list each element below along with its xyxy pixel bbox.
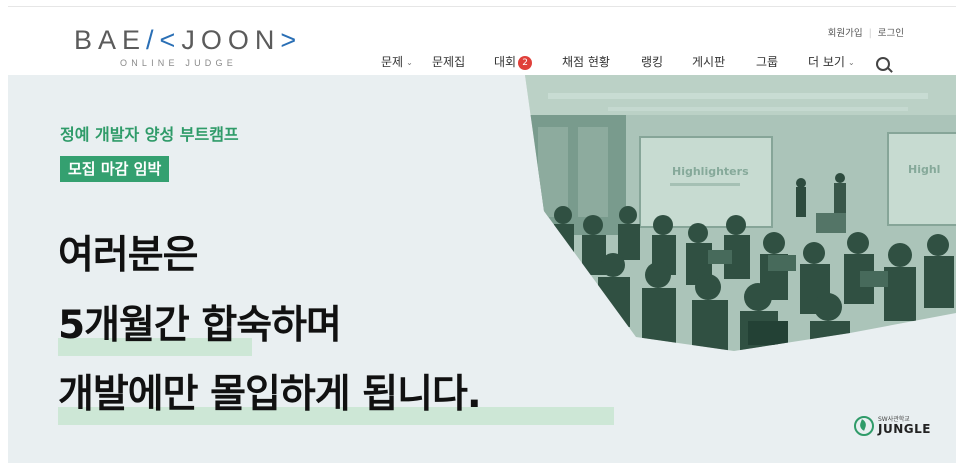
chevron-down-icon: ⌄ [406,58,413,67]
nav-label: 더 보기 [808,55,845,69]
login-link[interactable]: 로그인 [878,28,904,39]
nav-item-status[interactable]: 채점 현황 [562,53,610,71]
chevron-down-icon: ⌄ [847,58,855,67]
contest-count-badge: 2 [518,56,533,70]
nav-label: 문제집 [432,55,466,69]
logo-text-left: BAE [74,25,147,55]
nav-item-more[interactable]: 더 보기 ⌄ [808,53,855,73]
nav-item-problems[interactable]: 문제 ⌄ [381,53,413,73]
nav-item-ranking[interactable]: 랭킹 [641,53,663,71]
nav-label: 문제 [381,55,404,69]
logo-text-right: JOON [181,25,281,55]
nav-label: 랭킹 [641,55,664,69]
nav-item-board[interactable]: 게시판 [692,53,725,71]
nav-label: 그룹 [756,55,779,69]
jungle-logo: SW사관학교 JUNGLE [854,414,934,440]
headline-line-3: 개발에만 몰입하게 됩니다. [58,372,482,417]
logo-bracket-close: > [280,25,303,55]
nav-item-workbooks[interactable]: 문제집 [432,53,465,71]
nav-item-groups[interactable]: 그룹 [756,53,778,71]
jungle-logo-wordmark: JUNGLE [878,422,931,436]
nav-label: 채점 현황 [562,55,610,69]
account-links: 회원가입 | 로그인 [828,25,904,39]
site-logo[interactable]: BAE/<JOON> ONLINE JUDGE [74,27,302,69]
nav-item-contests[interactable]: 대회 2 [494,53,533,71]
deadline-badge: 모집 마감 임박 [60,156,170,182]
util-separator: | [868,28,872,39]
nav-label: 대회 [494,55,517,69]
logo-wordmark: BAE/<JOON> [74,27,302,54]
logo-bracket-open: /< [146,25,182,55]
promo-banner[interactable]: Highlighters Highl 정예 개발자 양성 부트캠프 모집 마감 … [8,75,956,463]
banner-eyebrow: 정예 개발자 양성 부트캠프 [60,125,239,144]
site-header: BAE/<JOON> ONLINE JUDGE 회원가입 | 로그인 문제 ⌄ 문제집… [0,7,956,75]
signup-link[interactable]: 회원가입 [828,28,863,39]
logo-subtitle: ONLINE JUDGE [120,58,237,68]
headline-line-1: 여러분은 [58,233,199,278]
headline-line-2: 5개월간 합숙하며 [58,303,342,348]
nav-label: 게시판 [692,55,726,69]
search-icon[interactable] [876,57,890,71]
